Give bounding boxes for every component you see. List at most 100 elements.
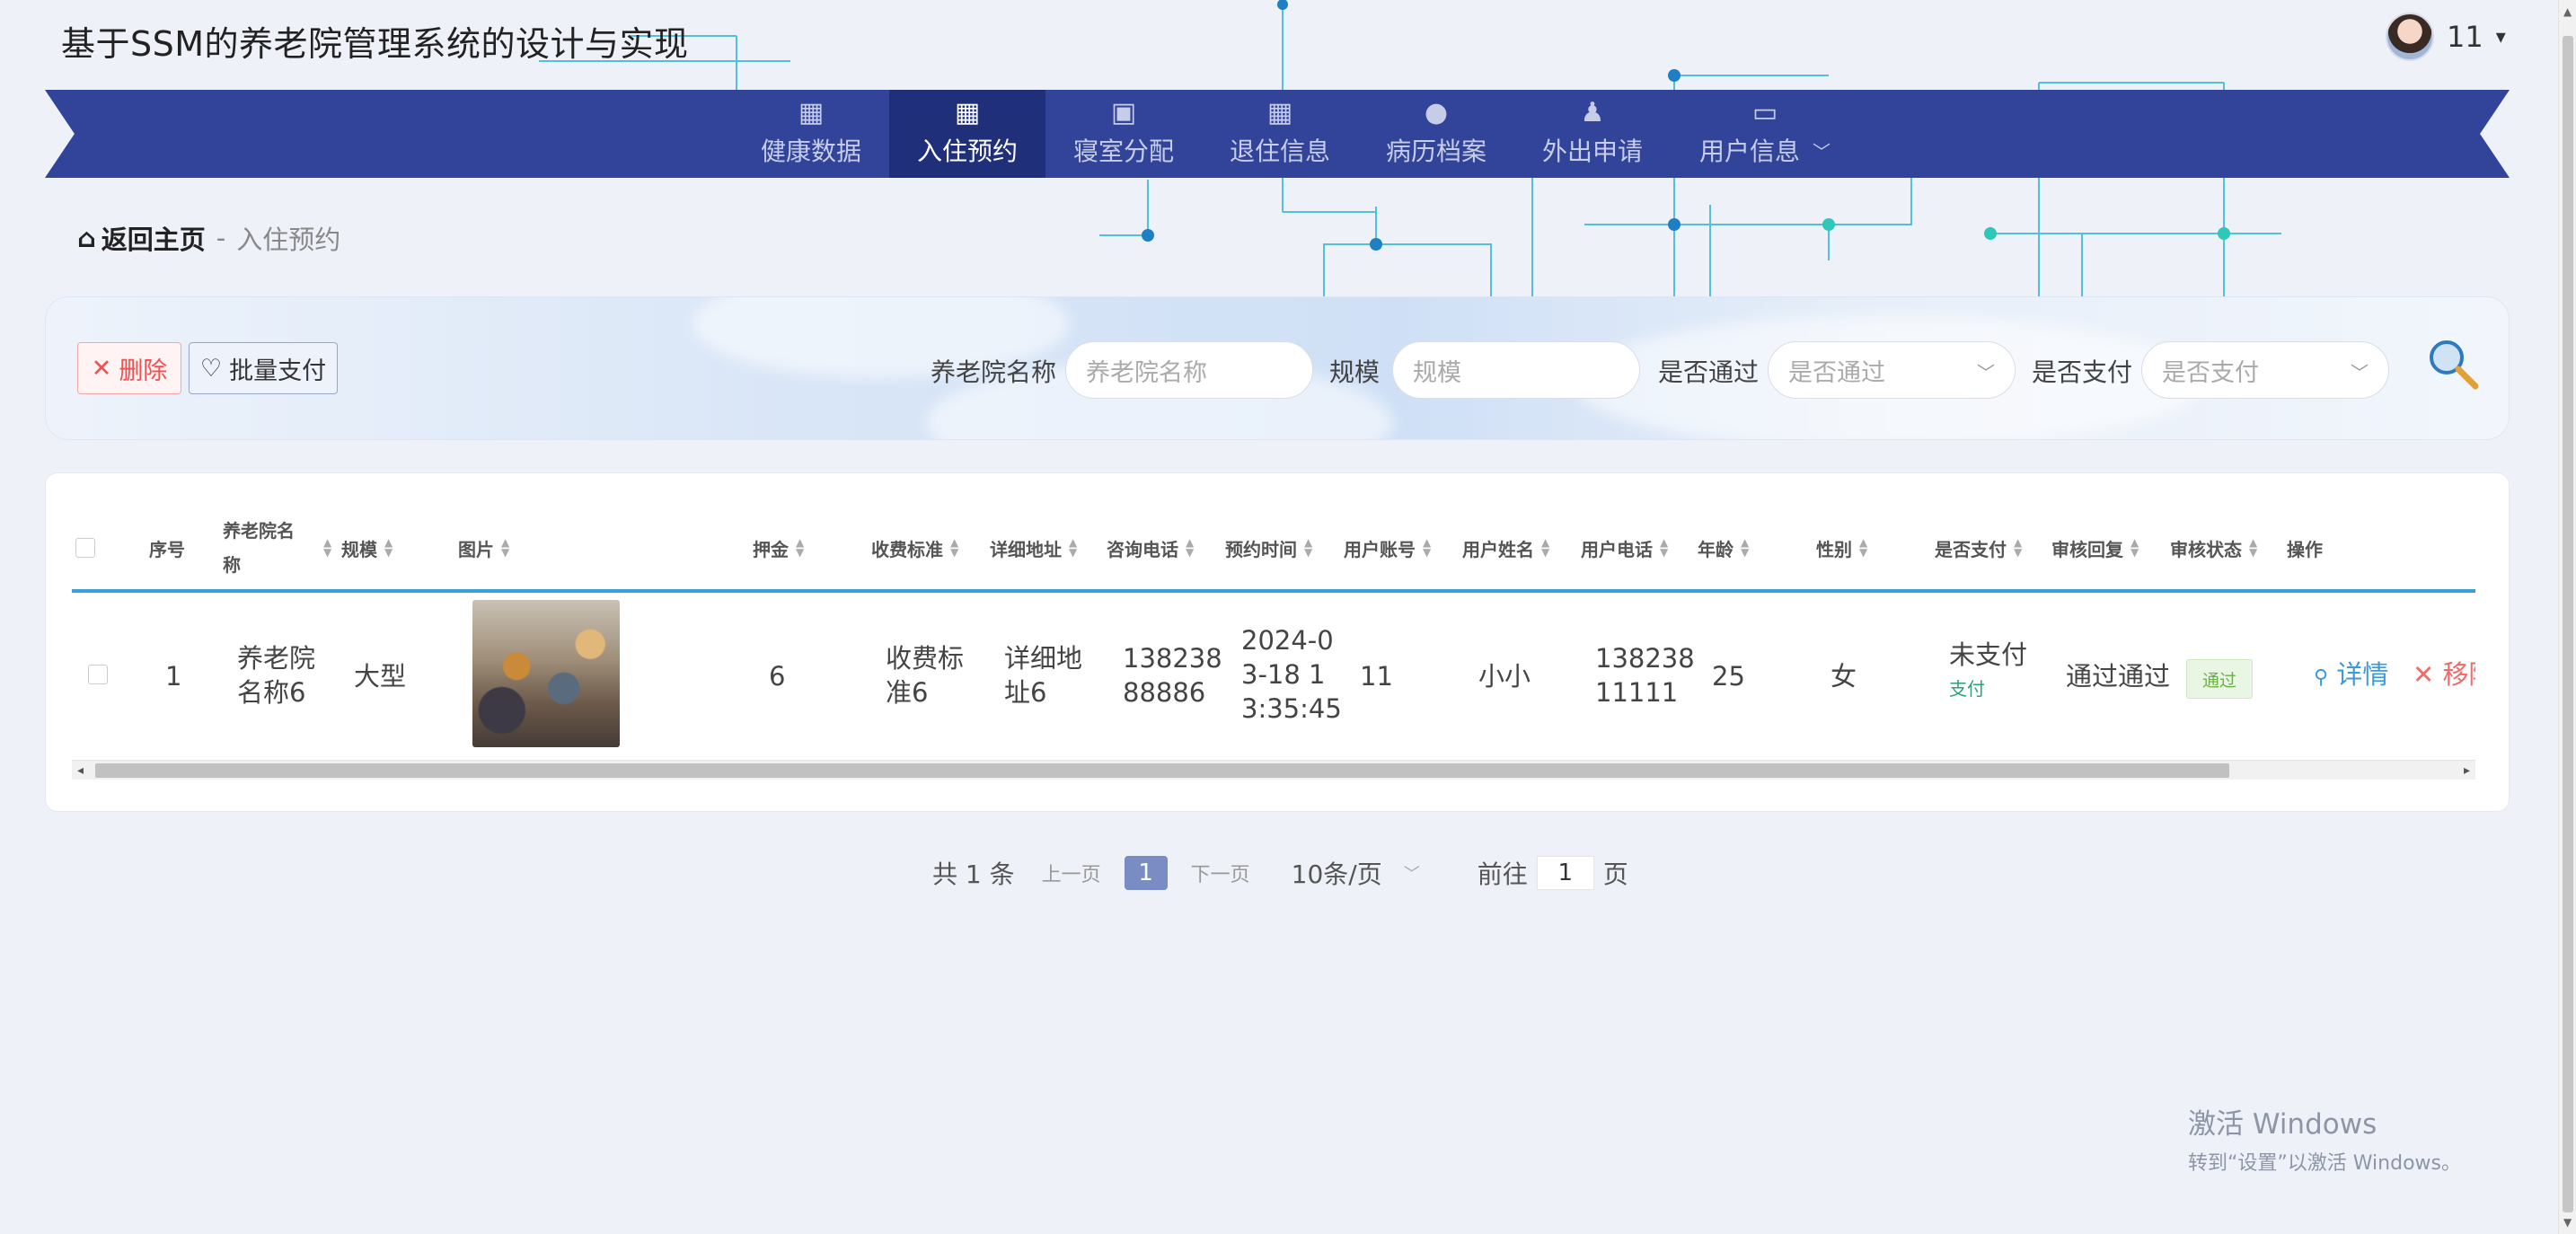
goto-prefix: 前往 <box>1477 859 1528 889</box>
row-checkbox[interactable] <box>88 665 108 684</box>
scroll-left-icon[interactable]: ◂ <box>77 761 84 780</box>
cell-username: 小小 <box>1478 661 1531 692</box>
cell-time: 2024-0 3-18 1 3:35:45 <box>1241 625 1342 724</box>
scale-filter-input[interactable]: 规模 <box>1392 341 1640 399</box>
sort-icon: ▲ ▼ <box>950 536 959 559</box>
delete-button-label: 删除 <box>119 357 168 385</box>
col-header[interactable]: 详细地址 ▲ ▼ <box>990 503 1077 593</box>
horizontal-scrollbar[interactable]: ◂ ▸ <box>72 760 2475 780</box>
breadcrumb-home[interactable]: ⌂ 返回主页 <box>77 219 206 257</box>
cell-gender: 女 <box>1831 661 1857 692</box>
nav-item-outing[interactable]: ♟ 外出申请 <box>1514 90 1671 178</box>
breadcrumb-separator: - <box>216 223 226 253</box>
card-icon: ▭ <box>1751 97 1778 128</box>
cell-fee: 收费标 准6 <box>886 643 965 708</box>
search-icon[interactable] <box>2425 336 2481 392</box>
goto-page-input[interactable]: 1 <box>1536 856 1594 890</box>
col-header[interactable]: 图片 ▲ ▼ <box>458 503 509 593</box>
heart-icon: ♡ <box>199 354 223 383</box>
detail-button[interactable]: ⚲ 详情 <box>2314 657 2388 695</box>
vertical-scrollbar[interactable]: ▲ ▼ <box>2558 0 2576 1234</box>
sort-icon[interactable]: ▲ ▼ <box>316 503 331 593</box>
page-number-button[interactable]: 1 <box>1124 856 1168 890</box>
nav-item-checkout[interactable]: ▦ 退住信息 <box>1202 90 1358 178</box>
cell-account: 11 <box>1360 661 1393 692</box>
nav-item-health[interactable]: ▦ 健康数据 <box>733 90 889 178</box>
col-header[interactable]: 规模 ▲ ▼ <box>341 503 393 593</box>
col-header[interactable]: 用户账号 ▲ ▼ <box>1344 503 1431 593</box>
sort-icon: ▲ ▼ <box>2249 536 2258 559</box>
col-header[interactable]: 性别 ▲ ▼ <box>1816 503 1867 593</box>
col-header[interactable]: 用户电话 ▲ ▼ <box>1581 503 1668 593</box>
nav-item-dorm[interactable]: ▣ 寝室分配 <box>1045 90 1202 178</box>
cell-index: 1 <box>165 661 182 692</box>
name-filter-label: 养老院名称 <box>931 357 1057 387</box>
col-header[interactable]: 预约时间 ▲ ▼ <box>1225 503 1312 593</box>
sort-icon: ▲ ▼ <box>1660 536 1669 559</box>
clipboard-check-icon: ▣ <box>1110 97 1137 128</box>
scroll-down-icon[interactable]: ▼ <box>2563 1216 2572 1229</box>
batch-pay-button[interactable]: ♡ 批量支付 <box>189 342 338 394</box>
cell-age: 25 <box>1712 661 1745 692</box>
nav-item-label: 病历档案 <box>1385 137 1486 166</box>
cell-deposit: 6 <box>769 661 786 692</box>
scrollbar-thumb[interactable] <box>2563 36 2573 1212</box>
avatar[interactable] <box>2386 13 2434 61</box>
nav-item-records[interactable]: ● 病历档案 <box>1358 90 1514 178</box>
grid-icon: ▦ <box>954 97 981 128</box>
grid-icon: ▦ <box>798 97 825 128</box>
pagination-total: 共 1 条 <box>932 859 1015 889</box>
prev-page-button[interactable]: 上一页 <box>1042 859 1101 887</box>
scroll-up-icon[interactable]: ▲ <box>2563 5 2572 18</box>
col-header: 序号 <box>149 538 185 560</box>
table-header: 序号 养老院名称 ▲ ▼ 规模 ▲ ▼ 图片 ▲ ▼ 押金 ▲ ▼ 收费标准 ▲ ▼ 详细地址 ▲ ▼… <box>72 503 2475 593</box>
col-header[interactable]: 审核回复 ▲ ▼ <box>2051 503 2139 593</box>
nav-item-label: 寝室分配 <box>1072 137 1174 166</box>
sort-icon: ▲ ▼ <box>1741 536 1750 559</box>
col-header[interactable]: 审核状态 ▲ ▼ <box>2170 503 2257 593</box>
cell-scale: 大型 <box>354 661 407 692</box>
user-icon: ♟ <box>1580 97 1605 128</box>
delete-button[interactable]: ✕ 删除 <box>77 342 181 394</box>
col-header[interactable]: 是否支付 ▲ ▼ <box>1935 503 2022 593</box>
chevron-down-icon: ﹀ <box>2351 362 2369 383</box>
col-header[interactable]: 咨询电话 ▲ ▼ <box>1107 503 1194 593</box>
name-filter-input[interactable]: 养老院名称 <box>1065 341 1313 399</box>
cell-user-phone: 138238 11111 <box>1595 643 1695 708</box>
breadcrumb-home-label[interactable]: 返回主页 <box>101 219 206 257</box>
site-title: 基于SSM的养老院管理系统的设计与实现 <box>61 24 689 64</box>
chevron-down-icon: ﹀ <box>1977 362 1995 383</box>
facility-image[interactable] <box>472 600 620 747</box>
col-header[interactable]: 押金 ▲ ▼ <box>753 503 804 593</box>
chevron-down-icon: ﹀ <box>1813 140 1831 163</box>
sort-icon: ▲ ▼ <box>1541 536 1550 559</box>
next-page-button[interactable]: 下一页 <box>1191 859 1250 887</box>
user-name[interactable]: 11 <box>2447 20 2483 54</box>
col-header[interactable]: 用户姓名 ▲ ▼ <box>1462 503 1549 593</box>
col-header[interactable]: 年龄 ▲ ▼ <box>1698 503 1749 593</box>
paid-filter-placeholder: 是否支付 <box>2162 358 2259 387</box>
nav-item-userinfo[interactable]: ▭ 用户信息 ﹀ <box>1671 90 1859 178</box>
col-header[interactable]: 养老院名称 <box>223 503 295 593</box>
scroll-right-icon[interactable]: ▸ <box>2464 761 2470 780</box>
paid-filter-select[interactable]: 是否支付 ﹀ <box>2141 341 2389 399</box>
select-all-checkbox[interactable] <box>75 503 95 593</box>
nav-item-checkin[interactable]: ▦ 入住预约 <box>889 90 1045 178</box>
cell-paid: 未支付 支付 <box>1949 638 2027 706</box>
pay-link[interactable]: 支付 <box>1949 672 2027 706</box>
passed-filter-label: 是否通过 <box>1658 357 1760 387</box>
page-size-select[interactable]: 10条/页 ﹀ <box>1292 855 1420 891</box>
cell-reply: 通过通过 <box>2066 661 2171 692</box>
caret-down-icon[interactable]: ▾ <box>2496 26 2506 48</box>
close-icon: ✕ <box>2413 659 2435 690</box>
pagination: 共 1 条 上一页 1 下一页 10条/页 ﹀ 前往 1 页 <box>932 855 1628 891</box>
cell-address: 详细地 址6 <box>1004 643 1083 708</box>
breadcrumb-current: 入住预约 <box>236 225 341 255</box>
sort-icon: ▲ ▼ <box>1069 536 1078 559</box>
user-menu[interactable]: 11 ▾ <box>2386 13 2506 61</box>
col-header[interactable]: 收费标准 ▲ ▼ <box>871 503 958 593</box>
remove-button[interactable]: ✕ 移除 <box>2413 657 2475 692</box>
scrollbar-thumb[interactable] <box>95 763 2229 778</box>
watermark-line2: 转到“设置”以激活 Windows。 <box>2188 1152 2461 1175</box>
passed-filter-select[interactable]: 是否通过 ﹀ <box>1768 341 2016 399</box>
